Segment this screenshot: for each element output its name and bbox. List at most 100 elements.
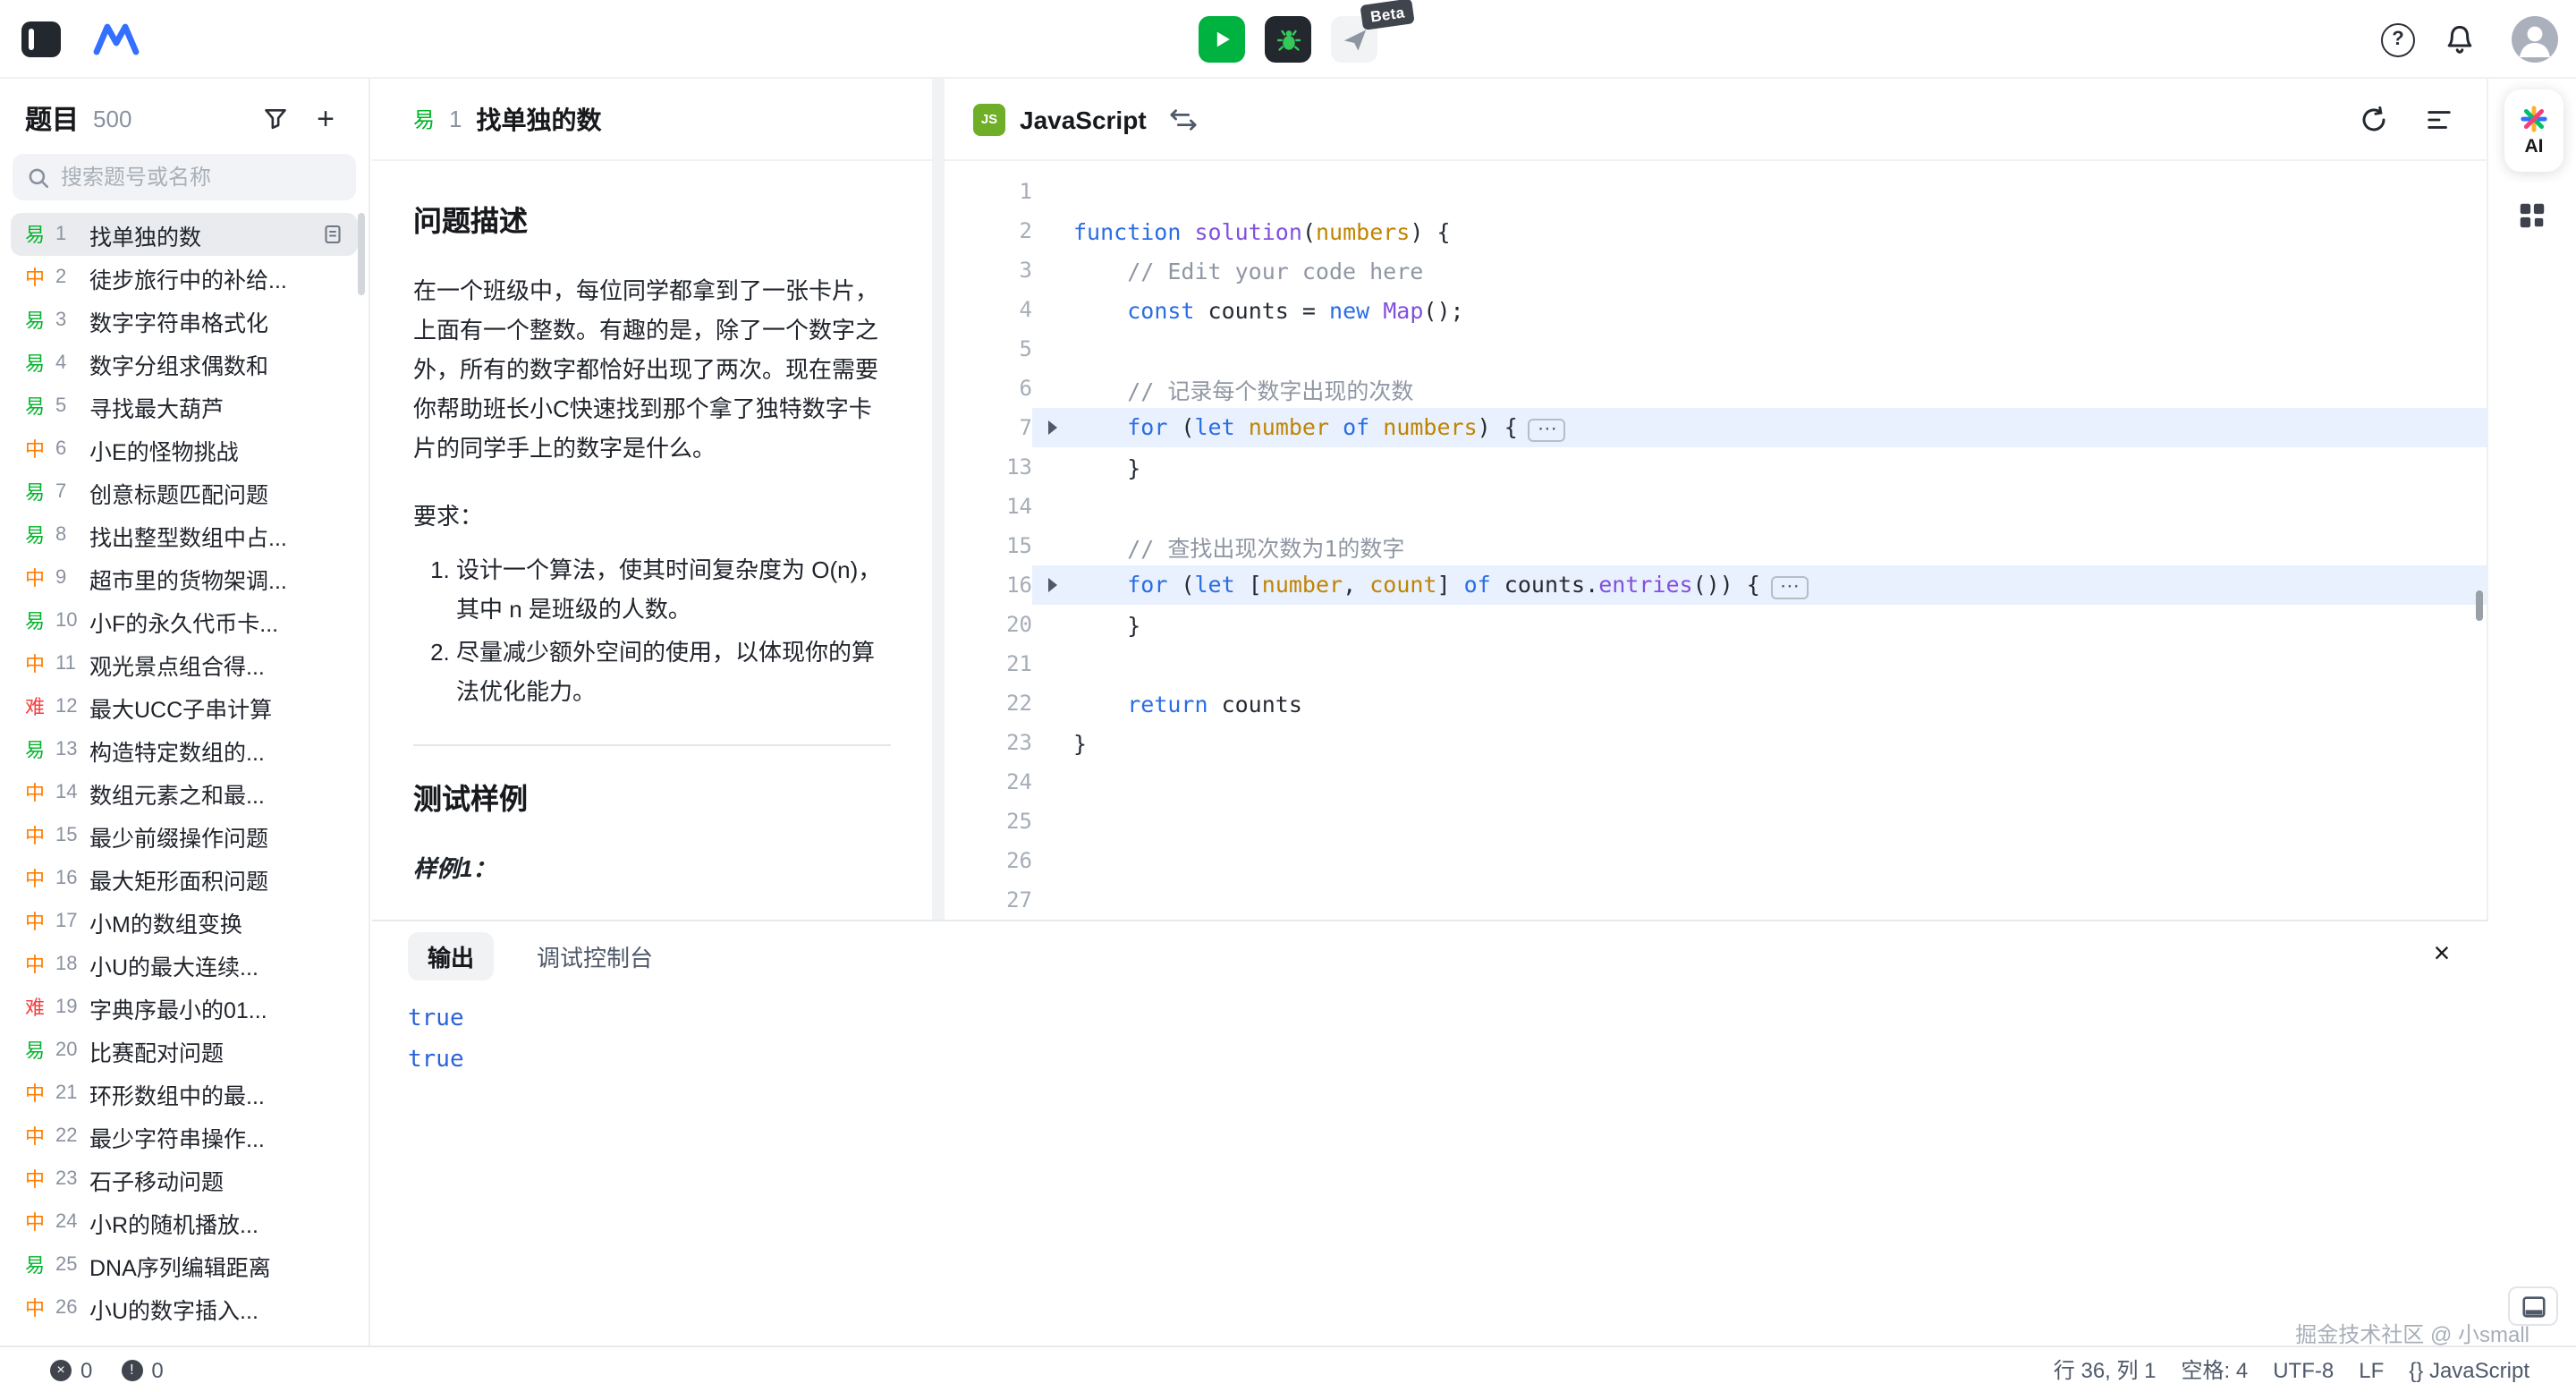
problem-item[interactable]: 易4数字分组求偶数和 bbox=[11, 342, 358, 385]
problem-item[interactable]: 易1找单独的数 bbox=[11, 213, 358, 256]
eol-setting[interactable]: LF bbox=[2359, 1357, 2384, 1382]
run-button[interactable] bbox=[1199, 16, 1245, 63]
problem-item[interactable]: 中16最大矩形面积问题 bbox=[11, 857, 358, 900]
problem-item[interactable]: 易13构造特定数组的... bbox=[11, 728, 358, 771]
code-line[interactable]: 22 return counts bbox=[945, 683, 2487, 723]
problem-item[interactable]: 中2徒步旅行中的补给... bbox=[11, 256, 358, 299]
problem-item-number: 8 bbox=[55, 524, 80, 546]
problem-item-number: 9 bbox=[55, 567, 80, 589]
code-line[interactable]: 26 bbox=[945, 841, 2487, 880]
debug-button[interactable] bbox=[1265, 16, 1311, 63]
problem-item-title: 小M的数组变换 bbox=[89, 904, 343, 938]
errors-icon[interactable] bbox=[50, 1359, 72, 1380]
ai-assistant-button[interactable]: AI bbox=[2504, 89, 2563, 172]
add-icon[interactable] bbox=[308, 100, 343, 136]
tab-output[interactable]: 输出 bbox=[408, 931, 494, 980]
problem-item-title: 最少字符串操作... bbox=[89, 1119, 343, 1153]
help-icon[interactable] bbox=[2381, 22, 2415, 56]
problem-item[interactable]: 易7创意标题匹配问题 bbox=[11, 471, 358, 514]
indent-setting[interactable]: 空格: 4 bbox=[2182, 1354, 2249, 1385]
code-line[interactable]: 2function solution(numbers) { bbox=[945, 211, 2487, 250]
problem-item-title: 小E的怪物挑战 bbox=[89, 432, 343, 466]
difficulty-badge: 中 bbox=[25, 649, 47, 678]
ai-sparkle-icon bbox=[2521, 106, 2547, 132]
brand-logo[interactable] bbox=[91, 20, 145, 59]
sidebar-scrollbar[interactable] bbox=[358, 213, 365, 295]
code-line[interactable]: 7 for (let number of numbers) {⋯ bbox=[945, 408, 2487, 447]
bug-icon bbox=[1275, 26, 1301, 53]
console-output: truetrue bbox=[372, 989, 2488, 1090]
problem-item[interactable]: 易10小F的永久代币卡... bbox=[11, 599, 358, 642]
errors-count[interactable]: 0 bbox=[80, 1357, 92, 1382]
filter-icon[interactable] bbox=[258, 100, 293, 136]
warnings-count[interactable]: 0 bbox=[151, 1357, 163, 1382]
problem-item[interactable]: 中23石子移动问题 bbox=[11, 1158, 358, 1201]
problem-item[interactable]: 中9超市里的货物架调... bbox=[11, 556, 358, 599]
code-line[interactable]: 13 } bbox=[945, 447, 2487, 487]
problem-item[interactable]: 易3数字字符串格式化 bbox=[11, 299, 358, 342]
code-line[interactable]: 16 for (let [number, count] of counts.en… bbox=[945, 565, 2487, 605]
code-line[interactable]: 24 bbox=[945, 762, 2487, 802]
warnings-icon[interactable] bbox=[121, 1359, 142, 1380]
problem-item[interactable]: 易5寻找最大葫芦 bbox=[11, 385, 358, 428]
problem-item[interactable]: 中24小R的随机播放... bbox=[11, 1201, 358, 1243]
code-line[interactable]: 15 // 查找出现次数为1的数字 bbox=[945, 526, 2487, 565]
problem-item-title: 石子移动问题 bbox=[89, 1162, 343, 1196]
problem-item[interactable]: 中22最少字符串操作... bbox=[11, 1115, 358, 1158]
problem-item[interactable]: 中21环形数组中的最... bbox=[11, 1072, 358, 1115]
problem-item-number: 3 bbox=[55, 310, 80, 331]
fold-chevron-icon[interactable] bbox=[1032, 578, 1073, 592]
problem-item-number: 25 bbox=[55, 1254, 80, 1276]
code-line[interactable]: 1 bbox=[945, 172, 2487, 211]
code-line[interactable]: 25 bbox=[945, 802, 2487, 841]
submit-button[interactable]: Beta bbox=[1331, 16, 1377, 63]
statusbar: 0 0 行 36, 列 1 空格: 4 UTF-8 LF {} JavaScri… bbox=[0, 1345, 2576, 1392]
problem-item-number: 11 bbox=[55, 653, 80, 675]
problem-item[interactable]: 难12最大UCC子串计算 bbox=[11, 685, 358, 728]
folded-code-marker[interactable]: ⋯ bbox=[1771, 576, 1809, 599]
problem-item[interactable]: 中26小U的数字插入... bbox=[11, 1286, 358, 1329]
code-line[interactable]: 27 bbox=[945, 880, 2487, 920]
editor-scrollbar[interactable] bbox=[2476, 590, 2483, 621]
widgets-icon[interactable] bbox=[2517, 200, 2547, 231]
code-line[interactable]: 4 const counts = new Map(); bbox=[945, 290, 2487, 329]
notification-bell-icon[interactable] bbox=[2444, 23, 2476, 55]
problem-item[interactable]: 中15最少前缀操作问题 bbox=[11, 814, 358, 857]
cursor-position[interactable]: 行 36, 列 1 bbox=[2054, 1354, 2157, 1385]
problem-item[interactable]: 难19字典序最小的01... bbox=[11, 986, 358, 1029]
folded-code-marker[interactable]: ⋯ bbox=[1529, 419, 1566, 442]
code-line[interactable]: 21 bbox=[945, 644, 2487, 683]
code-line[interactable]: 23} bbox=[945, 723, 2487, 762]
fold-chevron-icon[interactable] bbox=[1032, 420, 1073, 435]
difficulty-badge: 中 bbox=[25, 864, 47, 893]
search-input[interactable] bbox=[61, 165, 342, 190]
language-mode[interactable]: {} JavaScript bbox=[2409, 1357, 2529, 1382]
problem-item[interactable]: 易20比赛配对问题 bbox=[11, 1029, 358, 1072]
difficulty-badge: 中 bbox=[25, 1079, 47, 1108]
user-avatar[interactable] bbox=[2512, 16, 2558, 63]
tab-debug-console[interactable]: 调试控制台 bbox=[537, 938, 653, 972]
problem-item[interactable]: 中18小U的最大连续... bbox=[11, 943, 358, 986]
code-editor-panel: JavaScript 12function solution(numbers) … bbox=[945, 79, 2488, 920]
sidebar-toggle-icon[interactable] bbox=[21, 21, 61, 57]
problem-item[interactable]: 易8找出整型数组中占... bbox=[11, 514, 358, 556]
code-line[interactable]: 3 // Edit your code here bbox=[945, 250, 2487, 290]
code-line[interactable]: 6 // 记录每个数字出现的次数 bbox=[945, 369, 2487, 408]
difficulty-badge: 中 bbox=[25, 950, 47, 979]
format-code-icon[interactable] bbox=[2419, 99, 2458, 139]
problem-item-title: 观光景点组合得... bbox=[89, 647, 343, 681]
code-line[interactable]: 14 bbox=[945, 487, 2487, 526]
code-line[interactable]: 5 bbox=[945, 329, 2487, 369]
problem-item[interactable]: 易25DNA序列编辑距离 bbox=[11, 1243, 358, 1286]
problem-item-title: 小U的数字插入... bbox=[89, 1291, 343, 1325]
problem-item[interactable]: 中17小M的数组变换 bbox=[11, 900, 358, 943]
close-console-icon[interactable] bbox=[2420, 934, 2463, 977]
code-line[interactable]: 20 } bbox=[945, 605, 2487, 644]
problem-item[interactable]: 中6小E的怪物挑战 bbox=[11, 428, 358, 471]
reset-code-icon[interactable] bbox=[2354, 99, 2394, 139]
problem-item[interactable]: 中 11 观光景点组合得... bbox=[11, 642, 358, 685]
switch-language-icon[interactable] bbox=[1165, 99, 1204, 139]
problem-item[interactable]: 中14数组元素之和最... bbox=[11, 771, 358, 814]
encoding-setting[interactable]: UTF-8 bbox=[2273, 1357, 2334, 1382]
code-area[interactable]: 12function solution(numbers) {3 // Edit … bbox=[945, 172, 2487, 920]
